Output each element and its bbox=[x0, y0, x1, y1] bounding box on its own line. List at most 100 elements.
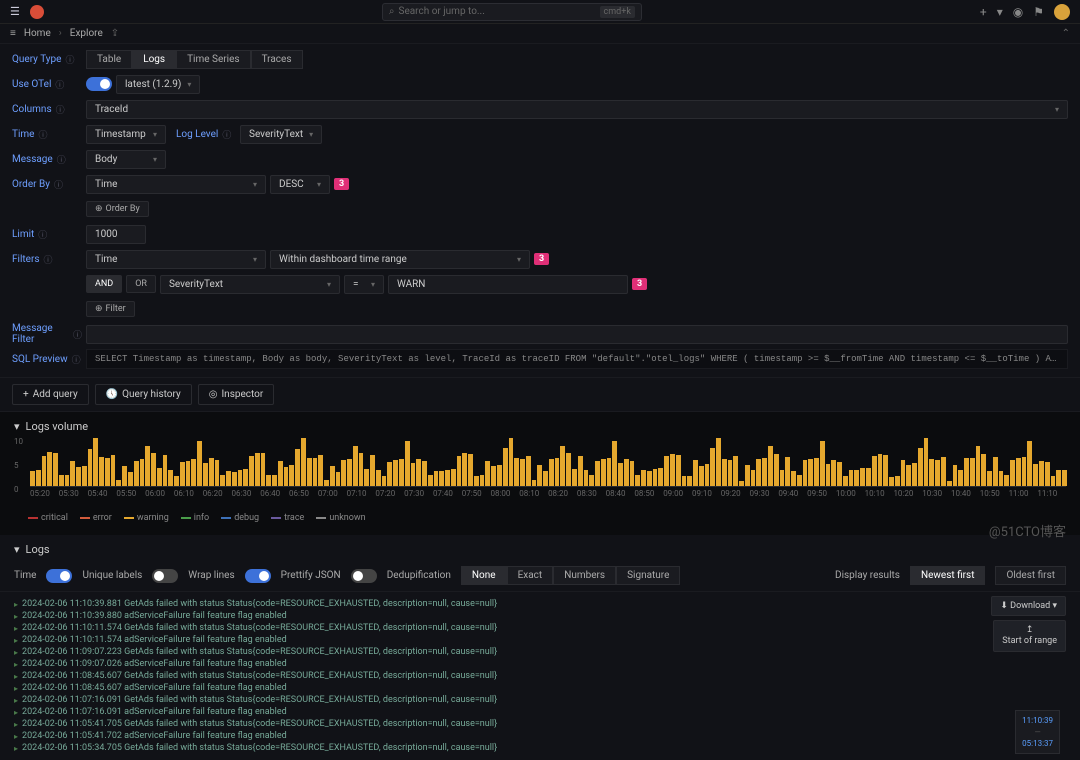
log-line[interactable]: ▸2024-02-06 11:09:07.026 adServiceFailur… bbox=[14, 658, 1066, 670]
tab-time-series[interactable]: Time Series bbox=[176, 50, 250, 69]
logo[interactable] bbox=[30, 5, 44, 19]
time-select[interactable]: Timestamp▾ bbox=[86, 125, 166, 144]
message-select[interactable]: Body▾ bbox=[86, 150, 166, 169]
menu-icon[interactable]: ≡ bbox=[10, 28, 16, 39]
chevron-down-icon: ▾ bbox=[187, 80, 191, 89]
help-icon[interactable]: ◉ bbox=[1013, 5, 1023, 19]
crumb-home[interactable]: Home bbox=[24, 28, 51, 39]
log-line[interactable]: ▸2024-02-06 11:10:39.881 GetAds failed w… bbox=[14, 598, 1066, 610]
oldest-first-button[interactable]: Oldest first bbox=[995, 566, 1066, 585]
or-button[interactable]: OR bbox=[126, 275, 156, 293]
download-button[interactable]: ⬇ Download ▾ bbox=[991, 596, 1066, 616]
otel-version-select[interactable]: latest (1.2.9)▾ bbox=[116, 75, 200, 94]
info-icon[interactable]: ⓘ bbox=[55, 78, 64, 91]
log-lines: ▸2024-02-06 11:10:39.881 GetAds failed w… bbox=[0, 592, 1080, 760]
caret-icon[interactable]: ▾ bbox=[997, 5, 1003, 19]
wrap-toggle[interactable] bbox=[245, 569, 271, 583]
info-icon[interactable]: ⓘ bbox=[222, 128, 231, 141]
add-orderby-button[interactable]: ⊕ Order By bbox=[86, 201, 149, 217]
news-icon[interactable]: ⚑ bbox=[1033, 5, 1044, 19]
filter-range-select[interactable]: Within dashboard time range▾ bbox=[270, 250, 530, 269]
chevron-down-icon: ▾ bbox=[153, 155, 157, 164]
orderby-dir-select[interactable]: DESC▾ bbox=[270, 175, 330, 194]
legend-trace[interactable]: trace bbox=[271, 513, 304, 523]
info-icon[interactable]: ⓘ bbox=[73, 328, 82, 341]
collapse-icon[interactable]: ⌃ bbox=[1062, 28, 1070, 39]
chart-legend: critical error warning info debug trace unknow… bbox=[0, 509, 1080, 527]
query-history-button[interactable]: 🕔 Query history bbox=[95, 384, 192, 405]
legend-debug[interactable]: debug bbox=[221, 513, 259, 523]
log-line[interactable]: ▸2024-02-06 11:05:41.702 adServiceFailur… bbox=[14, 730, 1066, 742]
newest-first-button[interactable]: Newest first bbox=[910, 566, 986, 585]
legend-unknown[interactable]: unknown bbox=[316, 513, 365, 523]
log-line[interactable]: ▸2024-02-06 11:07:16.091 adServiceFailur… bbox=[14, 706, 1066, 718]
info-icon[interactable]: ⓘ bbox=[56, 103, 65, 116]
inspector-button[interactable]: ◎ Inspector bbox=[198, 384, 275, 405]
log-line[interactable]: ▸2024-02-06 11:05:34.705 GetAds failed w… bbox=[14, 742, 1066, 754]
otel-toggle[interactable] bbox=[86, 77, 112, 91]
label-order-by: Order Byⓘ bbox=[12, 178, 82, 191]
info-icon[interactable]: ⓘ bbox=[54, 178, 63, 191]
dedup-numbers[interactable]: Numbers bbox=[553, 566, 616, 585]
log-line[interactable]: ▸2024-02-06 11:07:16.091 GetAds failed w… bbox=[14, 694, 1066, 706]
orderby-field-select[interactable]: Time▾ bbox=[86, 175, 266, 194]
filter2-value-input[interactable]: WARN bbox=[388, 275, 628, 294]
legend-info[interactable]: info bbox=[181, 513, 209, 523]
legend-critical[interactable]: critical bbox=[28, 513, 68, 523]
display-label: Display results bbox=[835, 570, 900, 581]
sql-preview: SELECT Timestamp as timestamp, Body as b… bbox=[86, 349, 1068, 369]
tab-logs[interactable]: Logs bbox=[132, 50, 176, 69]
info-icon[interactable]: ⓘ bbox=[38, 228, 47, 241]
logs-header[interactable]: ▾Logs bbox=[0, 535, 1080, 560]
legend-error[interactable]: error bbox=[80, 513, 112, 523]
log-line[interactable]: ▸2024-02-06 11:10:11.574 adServiceFailur… bbox=[14, 634, 1066, 646]
log-line[interactable]: ▸2024-02-06 11:08:45.607 GetAds failed w… bbox=[14, 670, 1066, 682]
search-icon: ⌕ bbox=[389, 6, 395, 17]
watermark: @51CTO博客 bbox=[989, 521, 1066, 540]
add-icon[interactable]: + bbox=[980, 5, 987, 19]
pretty-toggle[interactable] bbox=[351, 569, 377, 583]
info-icon[interactable]: ⓘ bbox=[44, 253, 53, 266]
filter2-op-select[interactable]: =▾ bbox=[344, 275, 384, 294]
limit-input[interactable]: 1000 bbox=[86, 225, 146, 244]
logs-volume-header[interactable]: ▾Logs volume bbox=[0, 412, 1080, 437]
loglevel-select[interactable]: SeverityText▾ bbox=[240, 125, 322, 144]
time-toggle[interactable] bbox=[46, 569, 72, 583]
share-icon[interactable]: ⇪ bbox=[111, 28, 119, 39]
ctrl-dedup-label: Dedupification bbox=[387, 570, 451, 581]
timerange-indicator[interactable]: 11:10:39 — 05:13:37 bbox=[1015, 710, 1060, 754]
info-icon[interactable]: ⓘ bbox=[65, 53, 74, 66]
unique-toggle[interactable] bbox=[152, 569, 178, 583]
crumb-explore[interactable]: Explore bbox=[70, 28, 103, 39]
dedup-signature[interactable]: Signature bbox=[616, 566, 680, 585]
info-icon[interactable]: ⓘ bbox=[38, 128, 47, 141]
tab-table[interactable]: Table bbox=[86, 50, 132, 69]
dedup-exact[interactable]: Exact bbox=[507, 566, 554, 585]
filter-field-select[interactable]: Time▾ bbox=[86, 250, 266, 269]
and-button[interactable]: AND bbox=[86, 275, 122, 293]
dedup-none[interactable]: None bbox=[461, 566, 507, 585]
start-range-button[interactable]: ↥Start of range bbox=[993, 620, 1066, 652]
add-filter-button[interactable]: ⊕ Filter bbox=[86, 301, 135, 317]
ctrl-pretty-label: Prettify JSON bbox=[281, 570, 341, 581]
add-query-button[interactable]: + Add query bbox=[12, 384, 89, 405]
avatar[interactable] bbox=[1054, 4, 1070, 20]
info-icon[interactable]: ⓘ bbox=[72, 353, 81, 366]
log-line[interactable]: ▸2024-02-06 11:09:07.223 GetAds failed w… bbox=[14, 646, 1066, 658]
filter2-field-select[interactable]: SeverityText▾ bbox=[160, 275, 340, 294]
search-input[interactable]: ⌕ Search or jump to... cmd+k bbox=[382, 3, 642, 21]
menu-icon[interactable]: ☰ bbox=[10, 5, 20, 18]
tab-traces[interactable]: Traces bbox=[251, 50, 303, 69]
filter-badge: 3 bbox=[632, 278, 647, 290]
chevron-down-icon: ▾ bbox=[317, 180, 321, 189]
log-line[interactable]: ▸2024-02-06 11:10:39.880 adServiceFailur… bbox=[14, 610, 1066, 622]
log-line[interactable]: ▸2024-02-06 11:10:11.574 GetAds failed w… bbox=[14, 622, 1066, 634]
log-line[interactable]: ▸2024-02-06 11:08:45.607 adServiceFailur… bbox=[14, 682, 1066, 694]
msg-filter-input[interactable] bbox=[86, 325, 1068, 344]
dedup-tabs: NoneExactNumbersSignature bbox=[461, 566, 681, 585]
info-icon[interactable]: ⓘ bbox=[57, 153, 66, 166]
legend-warning[interactable]: warning bbox=[124, 513, 169, 523]
columns-select[interactable]: TraceId▾ bbox=[86, 100, 1068, 119]
logs-volume-chart[interactable]: 1050 05:2005:3005:4005:5006:0006:1006:20… bbox=[0, 437, 1080, 509]
log-line[interactable]: ▸2024-02-06 11:05:41.705 GetAds failed w… bbox=[14, 718, 1066, 730]
